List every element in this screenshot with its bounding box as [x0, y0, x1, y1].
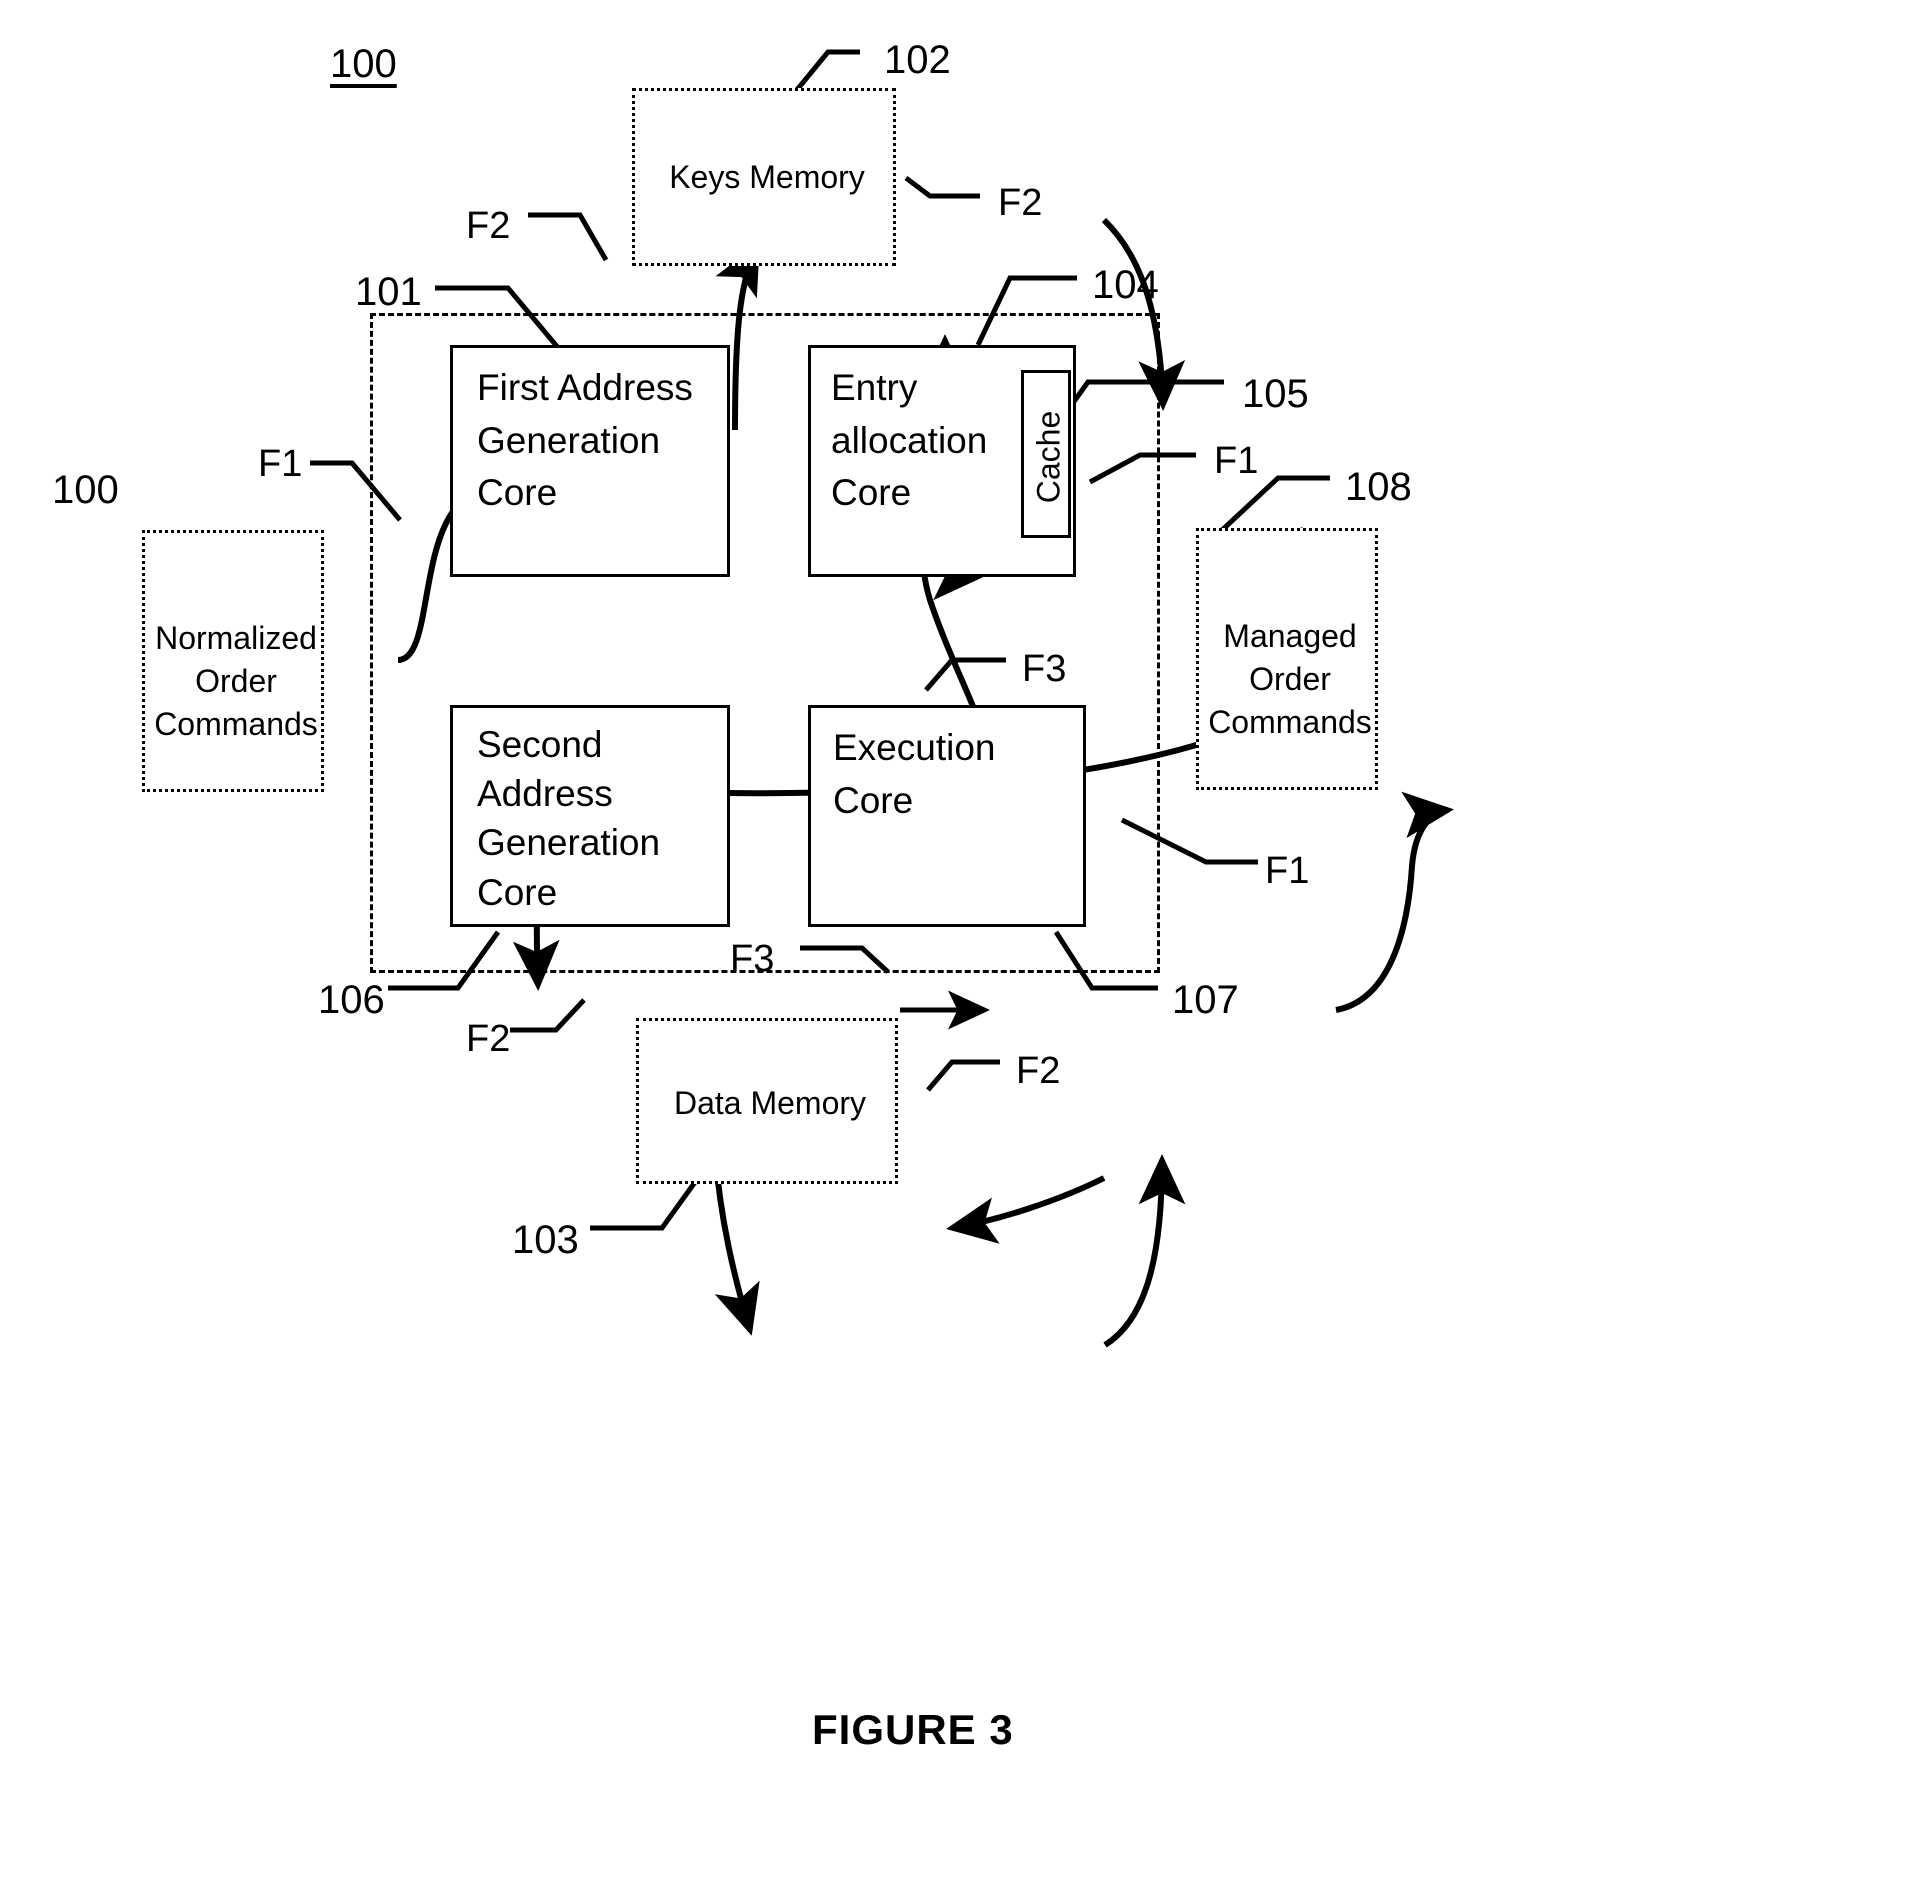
data-memory-label: Data Memory	[673, 1085, 867, 1121]
flow-tag-f3-data-exec: F3	[730, 938, 775, 980]
normalized-order-commands-label: Normalized Order Commands	[154, 620, 318, 743]
ref-numeral-container-101: 101	[355, 270, 422, 314]
flow-tag-f1-input: F1	[258, 443, 303, 485]
flow-tag-f2-data-in: F2	[466, 1018, 511, 1060]
ref-numeral-managed-order-commands-108: 108	[1345, 465, 1412, 509]
arrow-f2-data-memory-to-exec-core	[1103, 1154, 1186, 1348]
keys-memory-box[interactable]: Keys Memory	[632, 88, 896, 266]
first-address-generation-core-label: First Address Generation Core	[477, 367, 693, 514]
flow-tag-f3-entry-exec: F3	[1022, 648, 1067, 690]
ref-numeral-second-address-generation-core-106: 106	[318, 978, 385, 1022]
execution-core-label: Execution Core	[833, 727, 996, 821]
second-address-generation-core-box[interactable]: Second Address Generation Core	[450, 705, 730, 927]
entry-allocation-core-label: Entry allocation Core	[831, 367, 988, 514]
figure-caption: FIGURE 3	[812, 1706, 1014, 1753]
flow-tag-f2-keys-in: F2	[466, 205, 511, 247]
flow-tag-f2-data-out: F2	[1016, 1050, 1061, 1092]
ref-numeral-execution-core-107: 107	[1172, 978, 1239, 1022]
flow-tag-f1-cache: F1	[1214, 440, 1259, 482]
flow-tag-f1-output: F1	[1265, 850, 1310, 892]
second-address-generation-core-label: Second Address Generation Core	[477, 724, 661, 913]
keys-memory-label: Keys Memory	[669, 159, 865, 195]
data-memory-box[interactable]: Data Memory	[636, 1018, 898, 1184]
managed-order-commands-label: Managed Order Commands	[1208, 618, 1372, 741]
flow-tag-f2-keys-out: F2	[998, 182, 1043, 224]
ref-numeral-data-memory-103: 103	[512, 1218, 579, 1262]
patent-figure-root: Keys Memory Data Memory Normalized Order…	[0, 0, 1924, 1901]
ref-numeral-entry-allocation-core-104: 104	[1092, 263, 1159, 307]
ref-numeral-system-100: 100	[330, 42, 397, 86]
entry-allocation-core-box[interactable]: Entry allocation Core Cache	[808, 345, 1076, 577]
arrow-f3-exec-core-to-data-memory	[946, 1175, 1106, 1244]
arrow-exec-core-to-output	[1335, 791, 1454, 1013]
ref-numeral-normalized-order-commands-100: 100	[52, 468, 119, 512]
normalized-order-commands-box[interactable]: Normalized Order Commands	[142, 530, 324, 792]
first-address-generation-core-box[interactable]: First Address Generation Core	[450, 345, 730, 577]
ref-numeral-keys-memory-102: 102	[884, 38, 951, 82]
cache-box[interactable]: Cache	[1021, 370, 1071, 538]
cache-label: Cache	[1030, 410, 1067, 504]
managed-order-commands-box[interactable]: Managed Order Commands	[1196, 528, 1378, 790]
execution-core-box[interactable]: Execution Core	[808, 705, 1086, 927]
ref-numeral-cache-105: 105	[1242, 372, 1309, 416]
